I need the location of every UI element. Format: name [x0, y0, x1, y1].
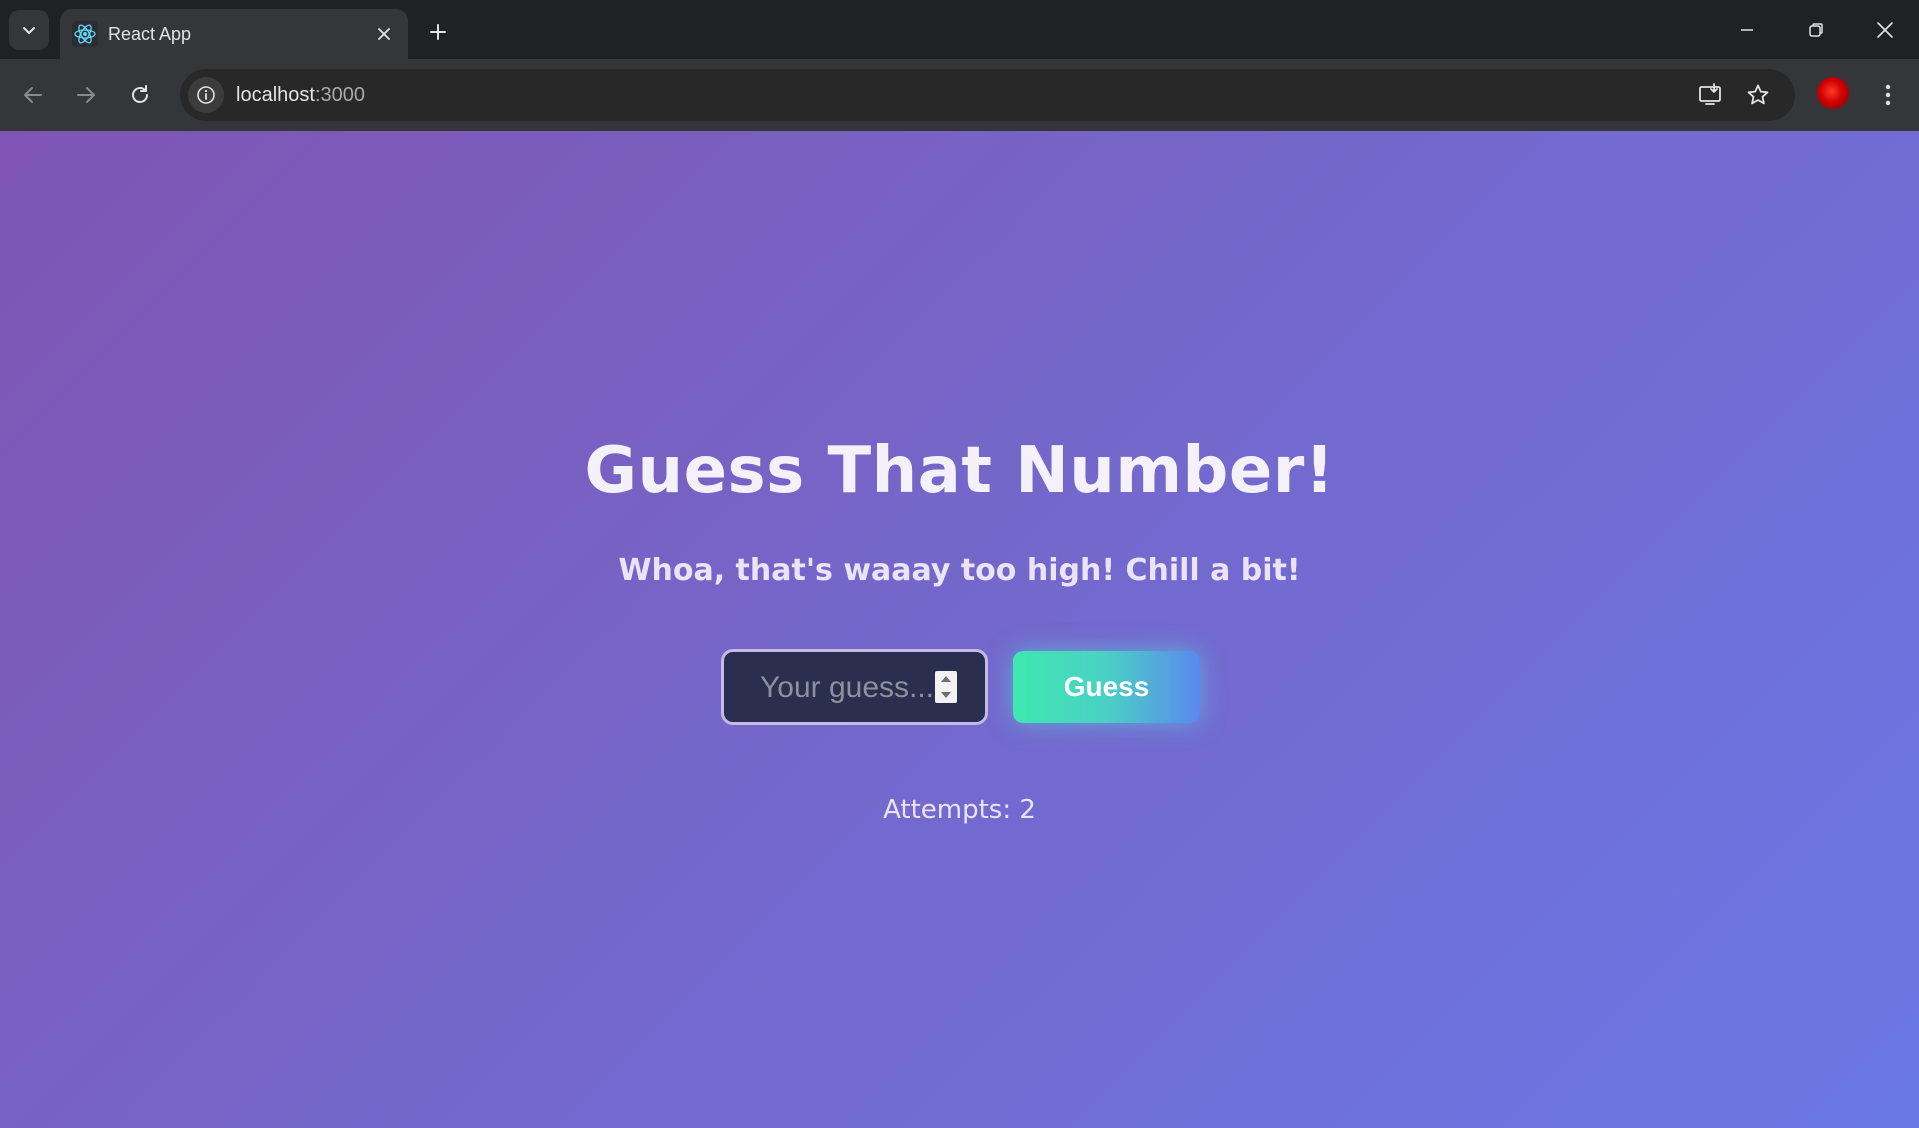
tab-strip: React App	[0, 0, 1919, 59]
info-icon	[197, 86, 215, 104]
reload-button[interactable]	[120, 75, 160, 115]
tab-search-button[interactable]	[9, 10, 49, 50]
spinner-up-icon[interactable]	[940, 675, 952, 683]
url-text: localhost:3000	[236, 81, 365, 109]
feedback-message: Whoa, that's waaay too high! Chill a bit…	[618, 553, 1301, 588]
reload-icon	[132, 85, 148, 103]
address-bar[interactable]: localhost:3000	[180, 69, 1795, 121]
close-icon	[378, 28, 390, 40]
arrow-left-icon	[24, 87, 42, 103]
chevron-down-icon	[23, 27, 35, 34]
page-background: Guess That Number! Whoa, that's waaay to…	[0, 131, 1919, 1128]
guess-input-placeholder: Your guess...	[760, 671, 935, 704]
browser-toolbar: localhost:3000	[0, 59, 1919, 131]
number-spinner[interactable]	[935, 671, 957, 703]
browser-menu-button[interactable]	[1870, 75, 1906, 115]
guess-button[interactable]: Guess	[1013, 651, 1200, 723]
close-window-button[interactable]	[1856, 8, 1914, 52]
restore-button[interactable]	[1787, 8, 1845, 52]
forward-button[interactable]	[66, 75, 106, 115]
page-title: Guess That Number!	[584, 434, 1335, 508]
install-app-icon	[1699, 83, 1721, 105]
site-info-button[interactable]	[188, 77, 224, 113]
new-tab-button[interactable]	[420, 14, 456, 50]
plus-icon	[430, 24, 446, 40]
minimize-button[interactable]	[1718, 8, 1776, 52]
star-icon	[1747, 84, 1769, 105]
minimize-icon	[1741, 29, 1753, 31]
react-logo-icon	[72, 21, 98, 47]
url-host: localhost	[236, 84, 315, 106]
restore-icon	[1809, 23, 1823, 37]
back-button[interactable]	[13, 75, 53, 115]
browser-tab[interactable]: React App	[60, 9, 408, 59]
close-tab-button[interactable]	[372, 22, 396, 46]
arrow-right-icon	[77, 87, 95, 103]
profile-avatar[interactable]	[1817, 77, 1849, 109]
url-port: :3000	[314, 84, 365, 106]
attempts-counter: Attempts: 2	[883, 795, 1036, 825]
bookmark-button[interactable]	[1740, 77, 1776, 113]
close-icon	[1877, 22, 1893, 38]
tab-title: React App	[108, 24, 192, 44]
more-vertical-icon	[1885, 84, 1891, 106]
spinner-down-icon[interactable]	[940, 691, 952, 699]
guess-input[interactable]: Your guess...	[721, 649, 988, 725]
install-app-button[interactable]	[1692, 77, 1728, 113]
